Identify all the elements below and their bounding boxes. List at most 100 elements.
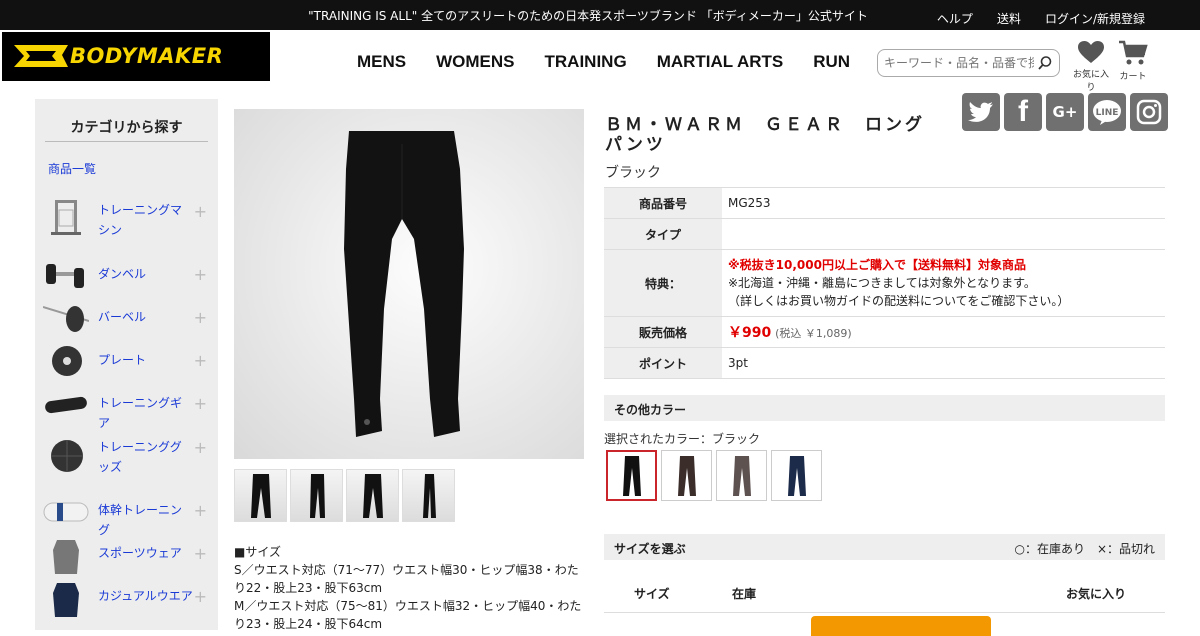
casual-wear-icon <box>53 583 79 617</box>
sidebar-item-sportswear[interactable]: スポーツウェア + <box>43 536 213 576</box>
thumbnail-2[interactable] <box>290 469 343 522</box>
shipping-guide-note: （詳しくはお買い物ガイドの配送料についてをご確認下さい。） <box>728 294 1070 308</box>
add-to-cart-button[interactable] <box>811 616 991 636</box>
top-links: ヘルプ 送料 ログイン/新規登録 <box>937 10 1145 27</box>
nav-training[interactable]: TRAINING <box>533 52 639 72</box>
sidebar-item-label: トレーニングマシン <box>98 203 183 237</box>
sidebar-item-label: カジュアルウエア <box>98 589 193 603</box>
product-main-image[interactable] <box>234 109 584 459</box>
logo-wordmark: BODYMAKER <box>70 44 224 68</box>
help-link[interactable]: ヘルプ <box>937 10 973 27</box>
heart-icon <box>1078 41 1104 63</box>
facebook-icon[interactable]: f <box>1004 93 1042 131</box>
nav-martial-arts[interactable]: MARTIAL ARTS <box>645 52 796 72</box>
sidebar-item-casual-wear[interactable]: カジュアルウエア + <box>43 579 213 619</box>
expand-plus-icon[interactable]: + <box>194 438 207 457</box>
expand-plus-icon[interactable]: + <box>194 394 207 413</box>
color-swatch-navy[interactable] <box>771 450 822 501</box>
product-thumbnails <box>234 469 455 522</box>
sidebar-item-label: スポーツウェア <box>98 546 182 560</box>
nav-mens[interactable]: MENS <box>345 52 418 72</box>
all-products-link[interactable]: 商品一覧 <box>48 160 96 177</box>
section-title: サイズを選ぶ <box>614 542 686 556</box>
sidebar-item-label: プレート <box>98 353 147 367</box>
search-icon[interactable] <box>1037 55 1053 71</box>
spec-label: 商品番号 <box>604 187 722 219</box>
product-spec-table: 商品番号 MG253 タイプ 特典： ※税抜き10,000円以上ご購入で【送料無… <box>604 187 1165 379</box>
column-favorite: お気に入り <box>1066 587 1127 601</box>
search-input[interactable] <box>884 51 1034 75</box>
favorites-label: お気に入り <box>1072 70 1109 93</box>
cart-label: カート <box>1119 72 1147 82</box>
logo-mark-icon <box>14 45 68 67</box>
color-swatch-gray-brown[interactable] <box>716 450 767 501</box>
line-icon[interactable]: LINE <box>1088 93 1126 131</box>
top-announcement-bar: "TRAINING IS ALL" 全てのアスリートのための日本発スポーツブラン… <box>0 0 1200 30</box>
sidebar-item-dumbbell[interactable]: ダンベル + <box>43 256 213 296</box>
long-pants-image <box>344 131 464 437</box>
color-swatches <box>606 450 822 501</box>
sportswear-icon <box>53 540 79 574</box>
product-title: ＢＭ・ＷＡＲＭ ＧＥＡＲ ロングパンツ <box>605 115 925 155</box>
search-box <box>877 49 1060 77</box>
core-bag-icon <box>43 502 89 522</box>
sidebar-title: カテゴリから探す <box>45 117 208 142</box>
expand-plus-icon[interactable]: + <box>194 587 207 606</box>
expand-plus-icon[interactable]: + <box>194 351 207 370</box>
spec-label: 特典： <box>604 249 722 317</box>
shipping-link[interactable]: 送料 <box>997 10 1021 27</box>
color-swatch-brown[interactable] <box>661 450 712 501</box>
thumbnail-1[interactable] <box>234 469 287 522</box>
login-register-link[interactable]: ログイン/新規登録 <box>1045 10 1145 27</box>
free-shipping-note: ※税抜き10,000円以上ご購入で【送料無料】対象商品 <box>728 258 1026 272</box>
sidebar-item-barbell[interactable]: バーベル + <box>43 299 213 339</box>
favorites-button[interactable]: お気に入り <box>1070 40 1112 93</box>
brand-logo[interactable]: BODYMAKER <box>2 32 270 81</box>
sidebar-item-label: トレーニングギア <box>98 396 183 430</box>
product-description: ■サイズ S／ウエスト対応（71～77）ウエスト幅30・ヒップ幅38・わたり22… <box>234 543 584 633</box>
sidebar-item-label: ダンベル <box>98 267 147 281</box>
selected-color-text: 選択されたカラー：ブラック <box>604 432 761 446</box>
spec-label: タイプ <box>604 218 722 250</box>
spec-row-type: タイプ <box>604 218 1165 250</box>
ball-icon <box>51 440 83 472</box>
product-code: MG253 <box>722 187 1165 219</box>
sidebar-item-core-training[interactable]: 体幹トレーニング + <box>43 493 213 537</box>
google-plus-icon[interactable]: G+ <box>1046 93 1084 131</box>
thumbnail-3[interactable] <box>346 469 399 522</box>
expand-plus-icon[interactable]: + <box>194 501 207 520</box>
expand-plus-icon[interactable]: + <box>194 544 207 563</box>
product-type <box>722 218 1165 250</box>
sidebar-item-label: トレーニンググッズ <box>98 440 182 474</box>
sidebar-item-training-gear[interactable]: トレーニングギア + <box>43 385 213 430</box>
instagram-icon[interactable] <box>1130 93 1168 131</box>
expand-plus-icon[interactable]: + <box>194 308 207 327</box>
cart-button[interactable]: カート <box>1116 40 1150 82</box>
spec-row-code: 商品番号 MG253 <box>604 187 1165 219</box>
expand-plus-icon[interactable]: + <box>194 265 207 284</box>
column-size: サイズ <box>634 587 670 601</box>
shipping-exclusion-note: ※北海道・沖縄・離島につきましては対象外となります。 <box>728 276 1036 290</box>
sidebar-item-training-machine[interactable]: トレーニングマシン + <box>43 198 213 238</box>
cart-icon <box>1119 40 1148 65</box>
stock-legend: ○：在庫あり ×：品切れ <box>1014 542 1155 556</box>
main-nav: MENS WOMENS TRAINING MARTIAL ARTS RUN <box>345 52 862 72</box>
category-sidebar: カテゴリから探す 商品一覧 トレーニングマシン + ダンベル + バーベル + … <box>35 99 218 630</box>
color-swatch-black[interactable] <box>606 450 657 501</box>
nav-womens[interactable]: WOMENS <box>424 52 526 72</box>
spec-row-points: ポイント 3pt <box>604 347 1165 379</box>
machine-icon <box>51 200 81 235</box>
plate-icon <box>52 346 82 376</box>
thumbnail-4[interactable] <box>402 469 455 522</box>
sidebar-item-training-goods[interactable]: トレーニンググッズ + <box>43 437 213 477</box>
spec-label: 販売価格 <box>604 316 722 348</box>
twitter-icon[interactable] <box>962 93 1000 131</box>
description-line: M／ウエスト対応（75～81）ウエスト幅32・ヒップ幅40・わたり23・股上24… <box>234 599 582 631</box>
nav-run[interactable]: RUN <box>801 52 862 72</box>
price-value: ￥990 <box>728 325 772 341</box>
sidebar-item-plate[interactable]: プレート + <box>43 342 213 382</box>
expand-plus-icon[interactable]: + <box>194 202 207 221</box>
points-value: 3pt <box>722 347 1165 379</box>
barbell-icon <box>43 306 89 332</box>
size-select-header: サイズを選ぶ ○：在庫あり ×：品切れ <box>604 534 1165 560</box>
